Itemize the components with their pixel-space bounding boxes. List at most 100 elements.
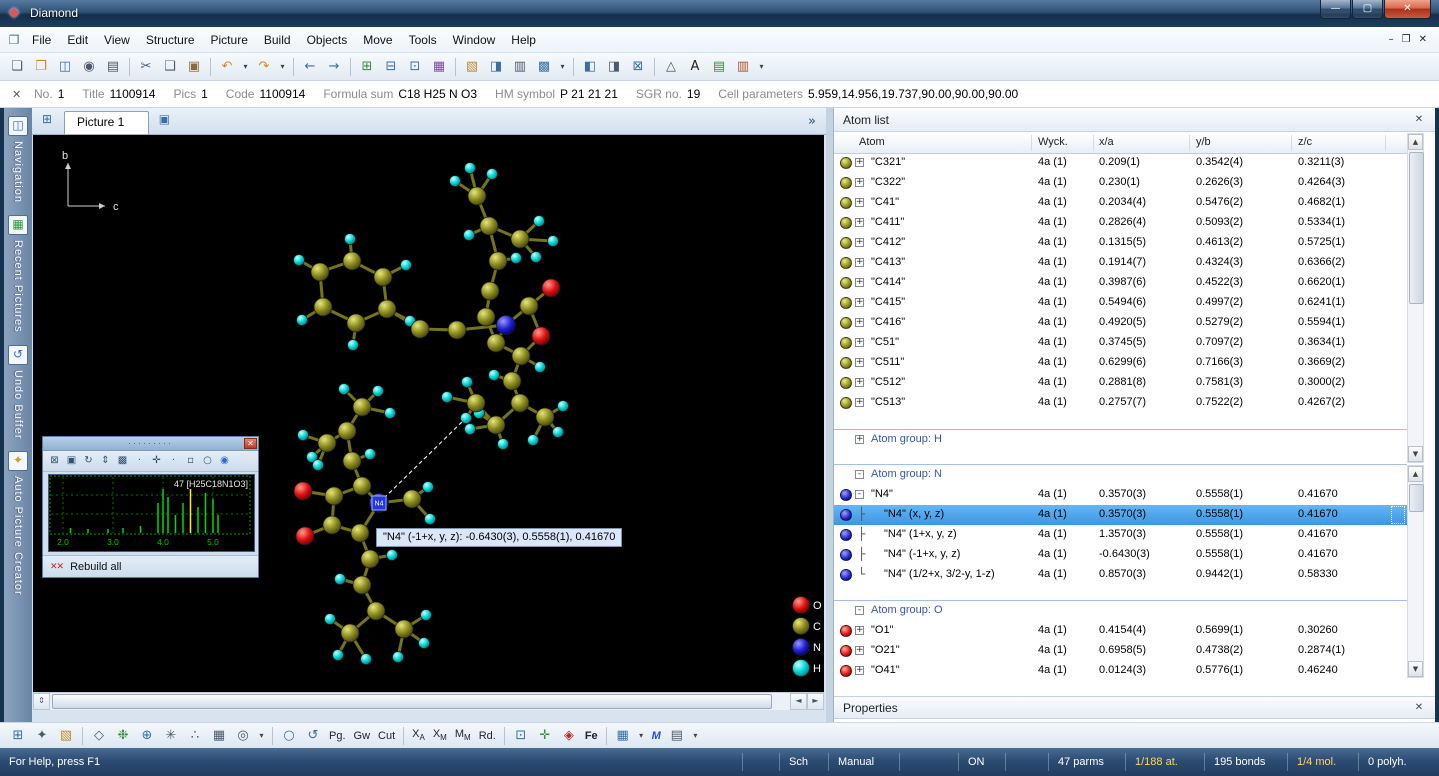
atom-H-11[interactable]	[348, 340, 359, 351]
atom-H-78[interactable]	[325, 614, 336, 625]
atom-C-38[interactable]	[536, 408, 554, 426]
status-sch[interactable]: Sch	[779, 753, 828, 771]
scroll-down-button[interactable]: ▼	[1408, 661, 1423, 677]
mw-globe-icon[interactable]: ◉	[216, 453, 233, 469]
toggle-gw[interactable]: Gw	[350, 729, 375, 743]
atom-C-57[interactable]	[343, 452, 361, 470]
atom-C-53[interactable]	[323, 516, 341, 534]
toggle-mm[interactable]: MM	[451, 727, 475, 743]
tables-dropdown-icon[interactable]: ▾	[756, 56, 767, 78]
column-header-wyck[interactable]: Wyck.	[1038, 133, 1068, 153]
expand-toggle[interactable]: +	[855, 626, 864, 635]
table-parameters-icon[interactable]: ⊡	[404, 56, 426, 78]
scroll-down-button[interactable]: ▼	[1408, 446, 1423, 462]
mw-pattern-icon[interactable]: ▩	[114, 453, 131, 469]
print-icon[interactable]: ▤	[102, 56, 124, 78]
properties-close-button[interactable]: ✕	[1411, 701, 1427, 715]
atom-C-73[interactable]	[353, 576, 371, 594]
group-expand-toggle[interactable]: -	[855, 470, 864, 479]
structure-window-icon[interactable]: ⊠	[627, 56, 649, 78]
atom-H-44[interactable]	[498, 439, 509, 450]
redo-dropdown-icon[interactable]: ▾	[277, 56, 288, 78]
atom-C-76[interactable]	[341, 624, 359, 642]
atom-C-3[interactable]	[378, 300, 396, 318]
atom-row[interactable]: +"C51"4a (1)0.3745(5)0.7097(2)0.3634(1)	[834, 333, 1407, 353]
atom-H-10[interactable]	[297, 315, 308, 326]
status-manual[interactable]: Manual	[828, 753, 899, 771]
atom-H-82[interactable]	[419, 638, 430, 649]
sidebar-tab-undo-buffer[interactable]: ↺Undo Buffer	[8, 345, 28, 440]
expand-toggle[interactable]: +	[855, 198, 864, 207]
mw-dot-a-icon[interactable]: ·	[131, 453, 148, 469]
mdi-minimize[interactable]: –	[1389, 34, 1394, 45]
report-icon[interactable]: ▥	[732, 56, 754, 78]
coordination-icon[interactable]: ◎	[232, 725, 254, 747]
atom-row[interactable]: +"C322"4a (1)0.230(1)0.2626(3)0.4264(3)	[834, 173, 1407, 193]
atom-H-29[interactable]	[487, 169, 498, 180]
atom-C-18[interactable]	[512, 347, 530, 365]
horizontal-scrollbar[interactable]: ⇕ ◄ ►	[33, 692, 824, 710]
atom-row[interactable]: +"C415"4a (1)0.5494(6)0.4997(2)0.6241(1)	[834, 293, 1407, 313]
atom-row[interactable]: +"O1"4a (1)0.4154(4)0.5699(1)0.30260	[834, 621, 1407, 641]
sidebar-tab-auto-picture-creator[interactable]: ✦Auto Picture Creator	[8, 451, 28, 596]
scroll-up-button[interactable]: ▲	[1408, 466, 1423, 482]
atom-C-52[interactable]	[325, 487, 343, 505]
scroll-thumb[interactable]	[1409, 152, 1424, 304]
copy-picture-icon[interactable]: ◨	[485, 56, 507, 78]
expand-toggle[interactable]: +	[855, 238, 864, 247]
atom-symmetry-row[interactable]: ├"N4" (1+x, y, z)4a (1)1.3570(3)0.5558(1…	[834, 525, 1407, 545]
atom-row[interactable]: +"C413"4a (1)0.1914(7)0.4324(3)0.6366(2)	[834, 253, 1407, 273]
atom-H-27[interactable]	[450, 176, 461, 187]
add-all-atoms-icon[interactable]: ❉	[112, 725, 134, 747]
add-atom-icon[interactable]: ⊕	[136, 725, 158, 747]
picture-tools-icon[interactable]: ▧	[55, 725, 77, 747]
atom-H-34[interactable]	[535, 362, 546, 373]
atom-C-12[interactable]	[411, 320, 429, 338]
atom-O-56[interactable]	[296, 527, 314, 545]
atom-O-17[interactable]	[532, 327, 550, 345]
mw-panels-icon[interactable]: ▣	[63, 453, 80, 469]
atom-H-81[interactable]	[393, 652, 404, 663]
redo-icon[interactable]: ↷	[253, 56, 275, 78]
maximize-button[interactable]: ▢	[1352, 0, 1383, 19]
atom-C-54[interactable]	[351, 524, 369, 542]
column-header-xa[interactable]: x/a	[1099, 133, 1114, 153]
atom-H-72[interactable]	[387, 550, 398, 561]
more-dropdown-icon[interactable]: ▾	[690, 725, 701, 747]
atom-H-23[interactable]	[511, 253, 522, 264]
atom-row[interactable]: +"C411"4a (1)0.2826(4)0.5093(2)0.5334(1)	[834, 213, 1407, 233]
navigate-back-icon[interactable]: ←	[299, 56, 321, 78]
undo-icon[interactable]: ↶	[216, 56, 238, 78]
atom-row[interactable]: +"C414"4a (1)0.3987(6)0.4522(3)0.6620(1)	[834, 273, 1407, 293]
tab-overflow-chevron[interactable]: »	[808, 114, 816, 129]
atom-symmetry-row-selected[interactable]: ├"N4" (x, y, z)4a (1)0.3570(3)0.5558(1)0…	[834, 505, 1407, 525]
expand-toggle[interactable]: +	[855, 338, 864, 347]
expand-toggle[interactable]: +	[855, 646, 864, 655]
build-tools-icon[interactable]: ✦	[31, 725, 53, 747]
expand-toggle[interactable]: +	[855, 358, 864, 367]
layers-dropdown-icon[interactable]: ▾	[636, 725, 647, 747]
atom-group-header[interactable]: +Atom group: H	[834, 429, 1407, 450]
atom-H-49[interactable]	[462, 377, 473, 388]
miniwindow-close-button[interactable]: ✕	[244, 438, 257, 449]
expand-toggle[interactable]: +	[855, 178, 864, 187]
atom-row[interactable]: +"O21"4a (1)0.6958(5)0.4738(2)0.2874(1)	[834, 641, 1407, 661]
rebuild-all-button[interactable]: ✕✕ Rebuild all	[43, 555, 258, 577]
atom-H-62[interactable]	[373, 386, 384, 397]
miniwindow-title-bar[interactable]: ········· ✕	[43, 437, 258, 451]
layout-right-icon[interactable]: ◨	[603, 56, 625, 78]
open-file-icon[interactable]: ❐	[30, 56, 52, 78]
atom-group-header[interactable]: -Atom group: O	[834, 600, 1407, 621]
atom-C-77[interactable]	[395, 620, 413, 638]
atom-O-55[interactable]	[294, 482, 312, 500]
atom-H-79[interactable]	[333, 650, 344, 661]
atom-C-21[interactable]	[481, 282, 499, 300]
column-header-zc[interactable]: z/c	[1298, 133, 1312, 153]
expand-toggle[interactable]: +	[855, 398, 864, 407]
atom-symmetry-row[interactable]: └"N4" (1/2+x, 3/2-y, 1-z)4a (1)0.8570(3)…	[834, 565, 1407, 585]
table-bonds-icon[interactable]: ⊟	[380, 56, 402, 78]
atom-H-64[interactable]	[298, 430, 309, 441]
viewport-icon[interactable]: ⊡	[510, 725, 532, 747]
minimize-button[interactable]: —	[1320, 0, 1351, 19]
atom-C-58[interactable]	[338, 422, 356, 440]
